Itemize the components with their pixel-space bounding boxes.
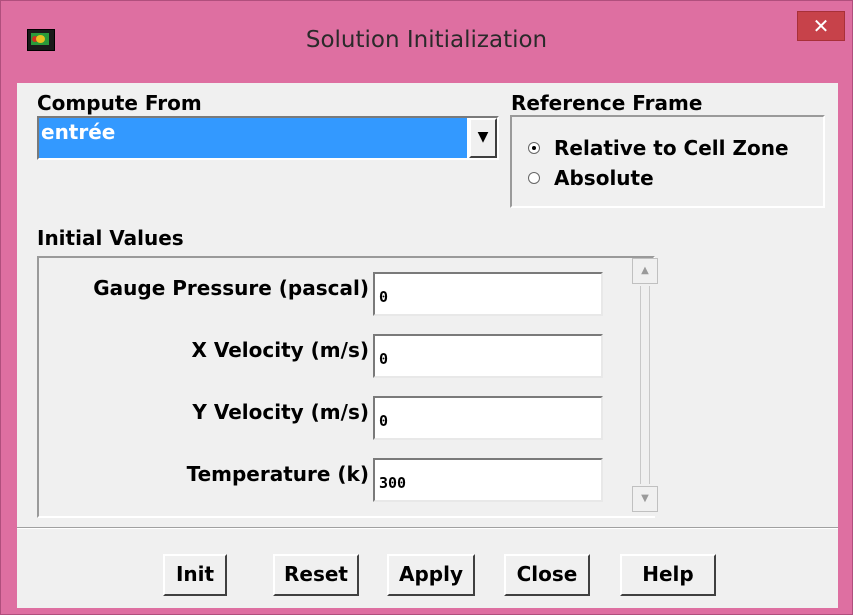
radio-checked-icon[interactable] xyxy=(528,142,540,154)
x-velocity-label: X Velocity (m/s) xyxy=(191,338,369,362)
title-bar[interactable]: Solution Initialization ✕ xyxy=(1,1,852,83)
initial-values-panel: Gauge Pressure (pascal) 0 X Velocity (m/… xyxy=(37,256,658,518)
radio-label: Absolute xyxy=(554,166,654,190)
init-button[interactable]: Init xyxy=(163,554,227,596)
dialog-window: Solution Initialization ✕ Compute From e… xyxy=(0,0,853,615)
scrollbar-track[interactable] xyxy=(640,286,650,484)
dialog-body: Compute From entrée ▼ Reference Frame Re… xyxy=(17,83,838,608)
radio-absolute[interactable]: Absolute xyxy=(528,165,654,191)
dropdown-arrow-icon[interactable]: ▼ xyxy=(469,118,497,158)
x-velocity-input[interactable]: 0 xyxy=(373,334,603,378)
close-button[interactable]: Close xyxy=(504,554,590,596)
reference-frame-label: Reference Frame xyxy=(511,91,703,115)
scroll-up-arrow-icon[interactable]: ▲ xyxy=(632,258,658,284)
window-title: Solution Initialization xyxy=(305,27,548,53)
compute-from-dropdown[interactable]: entrée ▼ xyxy=(37,116,499,160)
values-scrollbar[interactable]: ▲ ▼ xyxy=(632,258,658,516)
radio-label: Relative to Cell Zone xyxy=(554,136,789,160)
radio-relative-to-cell-zone[interactable]: Relative to Cell Zone xyxy=(528,135,789,161)
scroll-down-arrow-icon[interactable]: ▼ xyxy=(632,486,658,512)
apply-button[interactable]: Apply xyxy=(387,554,475,596)
gauge-pressure-label: Gauge Pressure (pascal) xyxy=(93,276,369,300)
y-velocity-label: Y Velocity (m/s) xyxy=(192,400,369,424)
reference-frame-group: Relative to Cell Zone Absolute xyxy=(510,115,825,208)
initial-values-label: Initial Values xyxy=(37,226,184,250)
compute-from-label: Compute From xyxy=(37,91,202,115)
button-divider xyxy=(17,527,838,529)
help-button[interactable]: Help xyxy=(620,554,716,596)
gauge-pressure-input[interactable]: 0 xyxy=(373,272,603,316)
close-window-button[interactable]: ✕ xyxy=(797,11,845,41)
compute-from-selected-value[interactable]: entrée xyxy=(39,118,467,158)
temperature-label: Temperature (k) xyxy=(186,462,369,486)
temperature-input[interactable]: 300 xyxy=(373,458,603,502)
y-velocity-input[interactable]: 0 xyxy=(373,396,603,440)
reset-button[interactable]: Reset xyxy=(273,554,359,596)
radio-unchecked-icon[interactable] xyxy=(528,172,540,184)
